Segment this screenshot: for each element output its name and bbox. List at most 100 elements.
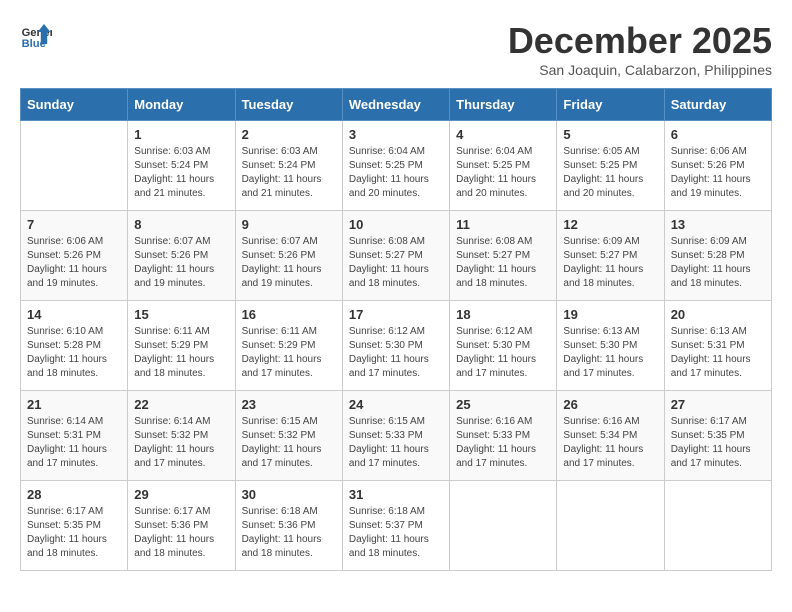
day-info: Sunrise: 6:04 AMSunset: 5:25 PMDaylight:… — [349, 145, 443, 201]
day-number: 31 — [349, 487, 443, 502]
day-number: 22 — [134, 397, 228, 412]
day-info: Sunrise: 6:16 AMSunset: 5:33 PMDaylight:… — [456, 415, 550, 471]
calendar-day-cell — [450, 481, 557, 571]
day-info: Sunrise: 6:03 AMSunset: 5:24 PMDaylight:… — [134, 145, 228, 201]
day-number: 18 — [456, 307, 550, 322]
day-number: 5 — [563, 127, 657, 142]
day-number: 8 — [134, 217, 228, 232]
day-info: Sunrise: 6:15 AMSunset: 5:33 PMDaylight:… — [349, 415, 443, 471]
day-info: Sunrise: 6:17 AMSunset: 5:35 PMDaylight:… — [27, 505, 121, 561]
day-info: Sunrise: 6:18 AMSunset: 5:37 PMDaylight:… — [349, 505, 443, 561]
day-number: 21 — [27, 397, 121, 412]
day-number: 16 — [242, 307, 336, 322]
calendar-day-cell — [664, 481, 771, 571]
day-info: Sunrise: 6:11 AMSunset: 5:29 PMDaylight:… — [134, 325, 228, 381]
calendar-day-cell: 31 Sunrise: 6:18 AMSunset: 5:37 PMDayligh… — [342, 481, 449, 571]
calendar-table: SundayMondayTuesdayWednesdayThursdayFrid… — [20, 88, 772, 571]
day-info: Sunrise: 6:13 AMSunset: 5:31 PMDaylight:… — [671, 325, 765, 381]
calendar-day-cell: 3 Sunrise: 6:04 AMSunset: 5:25 PMDaylight… — [342, 121, 449, 211]
weekday-header-cell: Thursday — [450, 89, 557, 121]
day-info: Sunrise: 6:11 AMSunset: 5:29 PMDaylight:… — [242, 325, 336, 381]
calendar-day-cell: 25 Sunrise: 6:16 AMSunset: 5:33 PMDayligh… — [450, 391, 557, 481]
weekday-header-row: SundayMondayTuesdayWednesdayThursdayFrid… — [21, 89, 772, 121]
calendar-day-cell: 9 Sunrise: 6:07 AMSunset: 5:26 PMDaylight… — [235, 211, 342, 301]
logo: General Blue — [20, 20, 52, 52]
day-number: 25 — [456, 397, 550, 412]
day-info: Sunrise: 6:07 AMSunset: 5:26 PMDaylight:… — [242, 235, 336, 291]
day-number: 1 — [134, 127, 228, 142]
calendar-day-cell: 5Sunrise: 6:05 AMSunset: 5:25 PMDaylight… — [557, 121, 664, 211]
day-number: 28 — [27, 487, 121, 502]
calendar-day-cell: 12Sunrise: 6:09 AMSunset: 5:27 PMDayligh… — [557, 211, 664, 301]
day-number: 13 — [671, 217, 765, 232]
day-number: 20 — [671, 307, 765, 322]
day-number: 15 — [134, 307, 228, 322]
day-number: 10 — [349, 217, 443, 232]
calendar-body: 1 Sunrise: 6:03 AMSunset: 5:24 PMDaylight… — [21, 121, 772, 571]
weekday-header-cell: Tuesday — [235, 89, 342, 121]
calendar-week-row: 14 Sunrise: 6:10 AMSunset: 5:28 PMDayligh… — [21, 301, 772, 391]
calendar-day-cell — [557, 481, 664, 571]
calendar-day-cell: 17Sunrise: 6:12 AMSunset: 5:30 PMDayligh… — [342, 301, 449, 391]
calendar-day-cell — [21, 121, 128, 211]
day-number: 2 — [242, 127, 336, 142]
day-number: 29 — [134, 487, 228, 502]
day-number: 7 — [27, 217, 121, 232]
day-info: Sunrise: 6:06 AMSunset: 5:26 PMDaylight:… — [671, 145, 765, 201]
weekday-header-cell: Monday — [128, 89, 235, 121]
logo-icon: General Blue — [20, 20, 52, 52]
calendar-day-cell: 19 Sunrise: 6:13 AMSunset: 5:30 PMDayligh… — [557, 301, 664, 391]
day-info: Sunrise: 6:04 AMSunset: 5:25 PMDaylight:… — [456, 145, 550, 201]
day-number: 9 — [242, 217, 336, 232]
day-number: 30 — [242, 487, 336, 502]
calendar-day-cell: 13 Sunrise: 6:09 AMSunset: 5:28 PMDayligh… — [664, 211, 771, 301]
day-number: 4 — [456, 127, 550, 142]
calendar-day-cell: 30 Sunrise: 6:18 AMSunset: 5:36 PMDayligh… — [235, 481, 342, 571]
day-info: Sunrise: 6:15 AMSunset: 5:32 PMDaylight:… — [242, 415, 336, 471]
day-info: Sunrise: 6:08 AMSunset: 5:27 PMDaylight:… — [349, 235, 443, 291]
calendar-day-cell: 16 Sunrise: 6:11 AMSunset: 5:29 PMDayligh… — [235, 301, 342, 391]
day-number: 27 — [671, 397, 765, 412]
day-info: Sunrise: 6:16 AMSunset: 5:34 PMDaylight:… — [563, 415, 657, 471]
calendar-day-cell: 7 Sunrise: 6:06 AMSunset: 5:26 PMDaylight… — [21, 211, 128, 301]
calendar-week-row: 28 Sunrise: 6:17 AMSunset: 5:35 PMDayligh… — [21, 481, 772, 571]
calendar-week-row: 1 Sunrise: 6:03 AMSunset: 5:24 PMDaylight… — [21, 121, 772, 211]
weekday-header-cell: Friday — [557, 89, 664, 121]
calendar-day-cell: 2 Sunrise: 6:03 AMSunset: 5:24 PMDaylight… — [235, 121, 342, 211]
day-number: 11 — [456, 217, 550, 232]
calendar-day-cell: 20 Sunrise: 6:13 AMSunset: 5:31 PMDayligh… — [664, 301, 771, 391]
calendar-day-cell: 1 Sunrise: 6:03 AMSunset: 5:24 PMDaylight… — [128, 121, 235, 211]
day-info: Sunrise: 6:09 AMSunset: 5:28 PMDaylight:… — [671, 235, 765, 291]
day-info: Sunrise: 6:12 AMSunset: 5:30 PMDaylight:… — [456, 325, 550, 381]
day-info: Sunrise: 6:13 AMSunset: 5:30 PMDaylight:… — [563, 325, 657, 381]
day-info: Sunrise: 6:18 AMSunset: 5:36 PMDaylight:… — [242, 505, 336, 561]
day-number: 17 — [349, 307, 443, 322]
title-section: December 2025 San Joaquin, Calabarzon, P… — [508, 20, 772, 78]
weekday-header-cell: Saturday — [664, 89, 771, 121]
month-title: December 2025 — [508, 20, 772, 62]
day-number: 23 — [242, 397, 336, 412]
calendar-day-cell: 22 Sunrise: 6:14 AMSunset: 5:32 PMDayligh… — [128, 391, 235, 481]
day-info: Sunrise: 6:10 AMSunset: 5:28 PMDaylight:… — [27, 325, 121, 381]
day-info: Sunrise: 6:06 AMSunset: 5:26 PMDaylight:… — [27, 235, 121, 291]
day-number: 6 — [671, 127, 765, 142]
day-number: 19 — [563, 307, 657, 322]
day-info: Sunrise: 6:17 AMSunset: 5:36 PMDaylight:… — [134, 505, 228, 561]
day-info: Sunrise: 6:03 AMSunset: 5:24 PMDaylight:… — [242, 145, 336, 201]
calendar-day-cell: 11 Sunrise: 6:08 AMSunset: 5:27 PMDayligh… — [450, 211, 557, 301]
day-number: 3 — [349, 127, 443, 142]
weekday-header-cell: Wednesday — [342, 89, 449, 121]
calendar-week-row: 21 Sunrise: 6:14 AMSunset: 5:31 PMDayligh… — [21, 391, 772, 481]
day-info: Sunrise: 6:07 AMSunset: 5:26 PMDaylight:… — [134, 235, 228, 291]
calendar-day-cell: 8 Sunrise: 6:07 AMSunset: 5:26 PMDaylight… — [128, 211, 235, 301]
day-info: Sunrise: 6:14 AMSunset: 5:32 PMDaylight:… — [134, 415, 228, 471]
calendar-day-cell: 29 Sunrise: 6:17 AMSunset: 5:36 PMDayligh… — [128, 481, 235, 571]
calendar-day-cell: 6 Sunrise: 6:06 AMSunset: 5:26 PMDaylight… — [664, 121, 771, 211]
day-number: 14 — [27, 307, 121, 322]
day-info: Sunrise: 6:14 AMSunset: 5:31 PMDaylight:… — [27, 415, 121, 471]
day-info: Sunrise: 6:08 AMSunset: 5:27 PMDaylight:… — [456, 235, 550, 291]
calendar-day-cell: 4 Sunrise: 6:04 AMSunset: 5:25 PMDaylight… — [450, 121, 557, 211]
day-info: Sunrise: 6:17 AMSunset: 5:35 PMDaylight:… — [671, 415, 765, 471]
calendar-day-cell: 24 Sunrise: 6:15 AMSunset: 5:33 PMDayligh… — [342, 391, 449, 481]
day-number: 24 — [349, 397, 443, 412]
